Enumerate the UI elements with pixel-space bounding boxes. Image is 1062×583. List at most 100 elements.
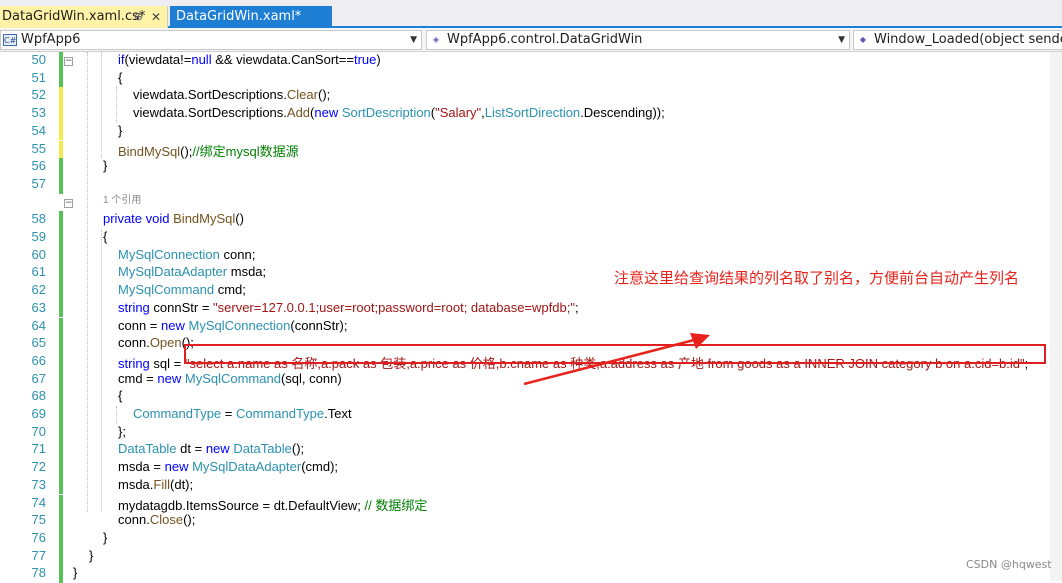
code-line[interactable]: }; xyxy=(118,424,126,439)
change-marker xyxy=(59,406,63,424)
code-line[interactable]: } xyxy=(103,530,107,545)
code-line[interactable]: private void BindMySql() xyxy=(103,211,244,226)
code-line[interactable]: viewdata.SortDescriptions.Clear(); xyxy=(133,87,330,102)
navigation-bar: C# WpfApp6 ▼ ◈ WpfApp6.control.DataGridW… xyxy=(0,28,1062,52)
change-marker xyxy=(59,105,63,123)
pin-icon[interactable]: ⊕ xyxy=(134,6,143,28)
change-marker xyxy=(59,317,63,336)
change-marker xyxy=(59,211,63,229)
line-number: 58 xyxy=(31,211,46,227)
document-tab-bar: DataGridWin.xaml.cs* ⊕ ✕ DataGridWin.xam… xyxy=(0,0,1062,28)
line-number: 75 xyxy=(31,512,46,528)
line-number: 76 xyxy=(31,529,46,545)
code-line[interactable]: msda.Fill(dt); xyxy=(118,477,193,492)
code-lens-reference-count[interactable]: 1 个引用 xyxy=(103,191,141,206)
project-dropdown[interactable]: C# WpfApp6 ▼ xyxy=(0,30,422,50)
collapse-toggle-icon[interactable]: − xyxy=(64,57,73,66)
code-line[interactable]: conn.Close(); xyxy=(118,512,195,527)
change-marker xyxy=(59,282,63,300)
watermark: CSDN @hqwest xyxy=(966,558,1052,571)
code-line[interactable]: BindMySql();//绑定mysql数据源 xyxy=(118,141,299,160)
line-number: 73 xyxy=(31,476,46,492)
arrow-head xyxy=(690,333,710,349)
code-line[interactable]: conn = new MySqlConnection(connStr); xyxy=(118,318,347,333)
line-number: 57 xyxy=(31,175,46,191)
line-number: 74 xyxy=(31,494,46,510)
code-line[interactable]: if(viewdata!=null && viewdata.CanSort==t… xyxy=(118,52,381,67)
tab-label: DataGridWin.xaml.cs* xyxy=(2,9,146,24)
class-name: WpfApp6.control.DataGridWin xyxy=(447,32,643,47)
change-marker xyxy=(59,547,63,566)
code-line[interactable]: { xyxy=(103,229,107,244)
change-marker xyxy=(59,229,63,247)
code-line[interactable]: } xyxy=(118,123,122,138)
code-line[interactable]: CommandType = CommandType.Text xyxy=(133,406,352,421)
tab-datagridwin-cs[interactable]: DataGridWin.xaml.cs* ⊕ ✕ xyxy=(0,6,168,28)
change-marker xyxy=(59,122,63,141)
change-marker xyxy=(59,441,63,460)
line-number: 50 xyxy=(31,52,46,67)
collapse-toggle-icon[interactable]: − xyxy=(64,198,73,208)
line-number: 69 xyxy=(31,406,46,421)
change-marker xyxy=(59,87,63,106)
chevron-down-icon[interactable]: ▼ xyxy=(410,31,417,49)
close-icon[interactable]: ✕ xyxy=(151,6,161,28)
line-number: 55 xyxy=(31,140,46,156)
line-number: 64 xyxy=(31,317,46,333)
method-icon: ◆ xyxy=(859,35,867,44)
code-line[interactable]: viewdata.SortDescriptions.Add(new SortDe… xyxy=(133,105,665,120)
change-marker xyxy=(59,246,63,265)
csharp-project-icon: C# xyxy=(3,34,17,46)
change-marker xyxy=(59,565,63,583)
change-marker xyxy=(59,335,63,353)
line-number: 65 xyxy=(31,335,46,351)
class-icon: ◈ xyxy=(432,35,440,44)
member-dropdown[interactable]: ◆ Window_Loaded(object sender, R xyxy=(853,30,1062,50)
change-marker xyxy=(59,158,63,176)
line-number: 53 xyxy=(31,105,46,121)
tab-datagridwin-xaml[interactable]: DataGridWin.xaml* xyxy=(170,6,332,28)
line-number: 67 xyxy=(31,370,46,386)
line-number: 51 xyxy=(31,69,46,85)
indent-guide xyxy=(101,52,102,159)
change-marker xyxy=(59,352,63,371)
line-number: 63 xyxy=(31,299,46,315)
change-marker xyxy=(59,69,63,88)
code-line[interactable]: } xyxy=(73,565,77,580)
line-number: 60 xyxy=(31,246,46,262)
change-marker xyxy=(59,388,63,406)
code-line[interactable]: conn.Open(); xyxy=(118,335,194,350)
change-marker xyxy=(59,529,63,548)
line-number: 61 xyxy=(31,264,46,280)
indent-guide xyxy=(116,406,117,424)
change-marker xyxy=(59,370,63,389)
code-line[interactable]: msda = new MySqlDataAdapter(cmd); xyxy=(118,459,338,474)
member-name: Window_Loaded(object sender, R xyxy=(874,32,1062,47)
indent-guide xyxy=(116,87,117,123)
change-marker xyxy=(59,494,63,513)
change-marker xyxy=(59,264,63,283)
tab-label: DataGridWin.xaml* xyxy=(176,9,302,24)
arrow-line xyxy=(523,337,699,386)
line-number: 62 xyxy=(31,282,46,298)
line-number: 72 xyxy=(31,459,46,475)
code-line[interactable]: } xyxy=(89,548,93,563)
code-line[interactable]: DataTable dt = new DataTable(); xyxy=(118,441,304,456)
code-line[interactable]: cmd = new MySqlCommand(sql, conn) xyxy=(118,371,342,386)
change-marker xyxy=(59,140,63,159)
code-line[interactable]: { xyxy=(118,388,122,403)
code-line[interactable]: MySqlConnection conn; xyxy=(118,247,255,262)
line-number: 68 xyxy=(31,388,46,404)
change-marker xyxy=(59,423,63,442)
code-line[interactable]: { xyxy=(118,70,122,85)
vertical-scrollbar[interactable] xyxy=(1050,52,1062,581)
chevron-down-icon[interactable]: ▼ xyxy=(838,31,845,49)
class-dropdown[interactable]: ◈ WpfApp6.control.DataGridWin ▼ xyxy=(426,30,850,50)
code-line[interactable]: mydatagdb.ItemsSource = dt.DefaultView; … xyxy=(118,495,427,514)
code-line[interactable]: MySqlDataAdapter msda; xyxy=(118,264,266,279)
code-line[interactable]: } xyxy=(103,158,107,173)
code-editor[interactable]: 50 51 52 53 54 55 56 57 58 59 60 61 62 63 64 65 66 67 68 69… xyxy=(0,52,1062,583)
code-line[interactable]: MySqlCommand cmd; xyxy=(118,282,246,297)
change-marker xyxy=(59,52,63,70)
line-number: 71 xyxy=(31,441,46,457)
